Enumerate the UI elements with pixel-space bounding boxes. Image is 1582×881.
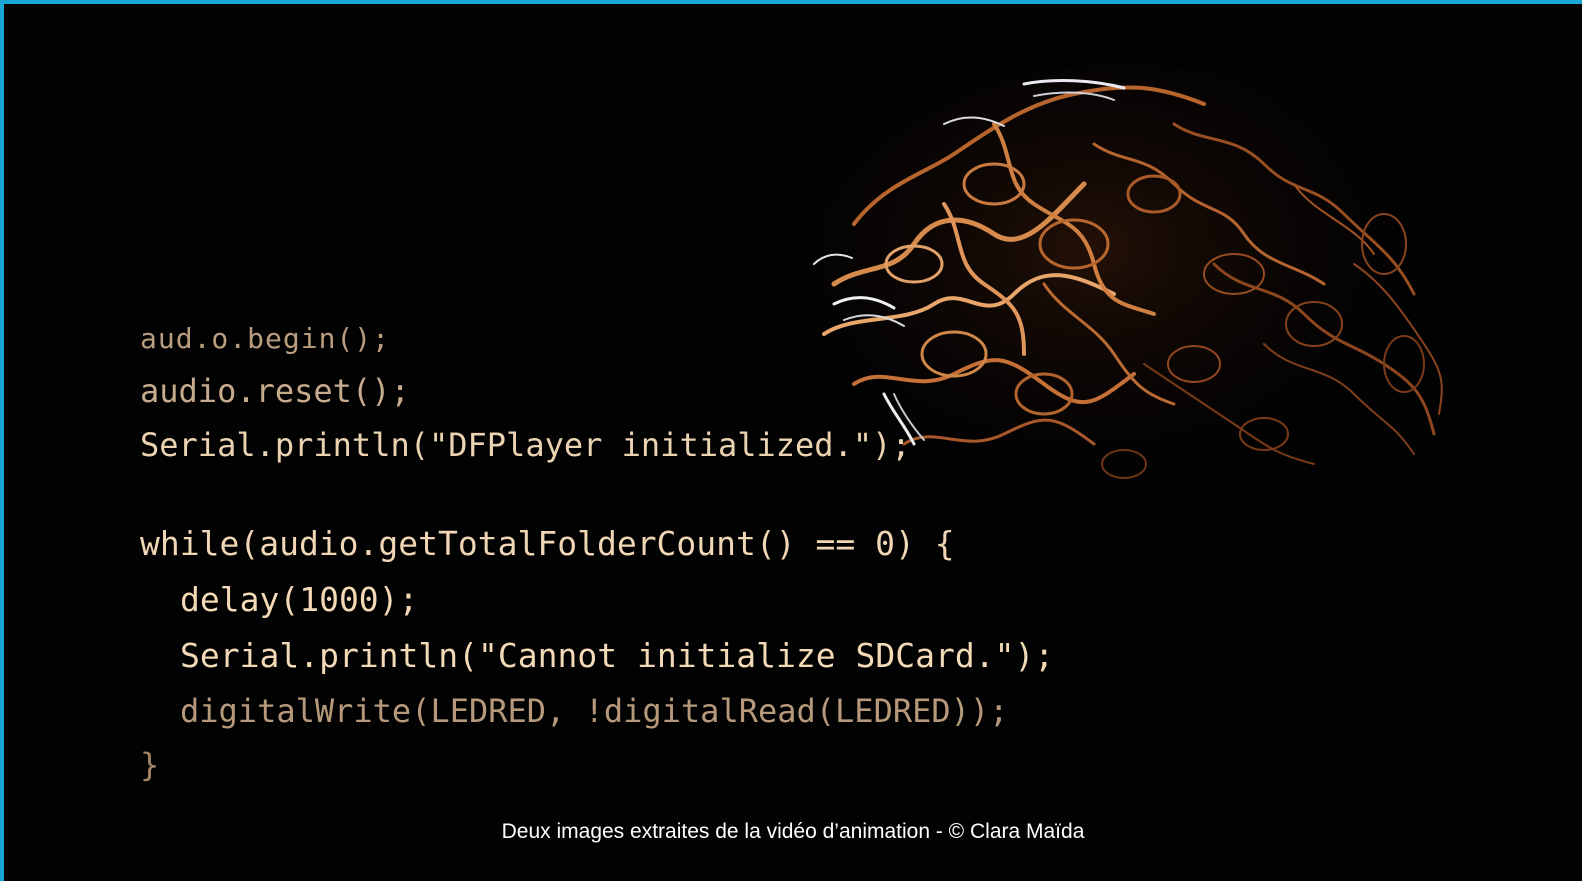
code-line-6: Serial.println("Cannot initialize SDCard…	[180, 636, 1055, 675]
code-line-7: digitalWrite(LEDRED, !digitalRead(LEDRED…	[180, 692, 1009, 730]
code-line-4: while(audio.getTotalFolderCount() == 0) …	[140, 524, 955, 563]
code-line-2: audio.reset();	[140, 372, 410, 410]
code-line-8: }	[140, 746, 160, 784]
code-line-1: aud.o.begin();	[140, 322, 391, 355]
code-snippet: aud.o.begin(); audio.reset(); Serial.pri…	[140, 322, 1054, 784]
image-caption: Deux images extraites de la vidéo d’anim…	[501, 820, 1085, 843]
code-line-3: Serial.println("DFPlayer initialized.");	[140, 426, 911, 464]
code-line-5: delay(1000);	[180, 580, 419, 619]
image-frame: aud.o.begin(); audio.reset(); Serial.pri…	[0, 0, 1582, 881]
